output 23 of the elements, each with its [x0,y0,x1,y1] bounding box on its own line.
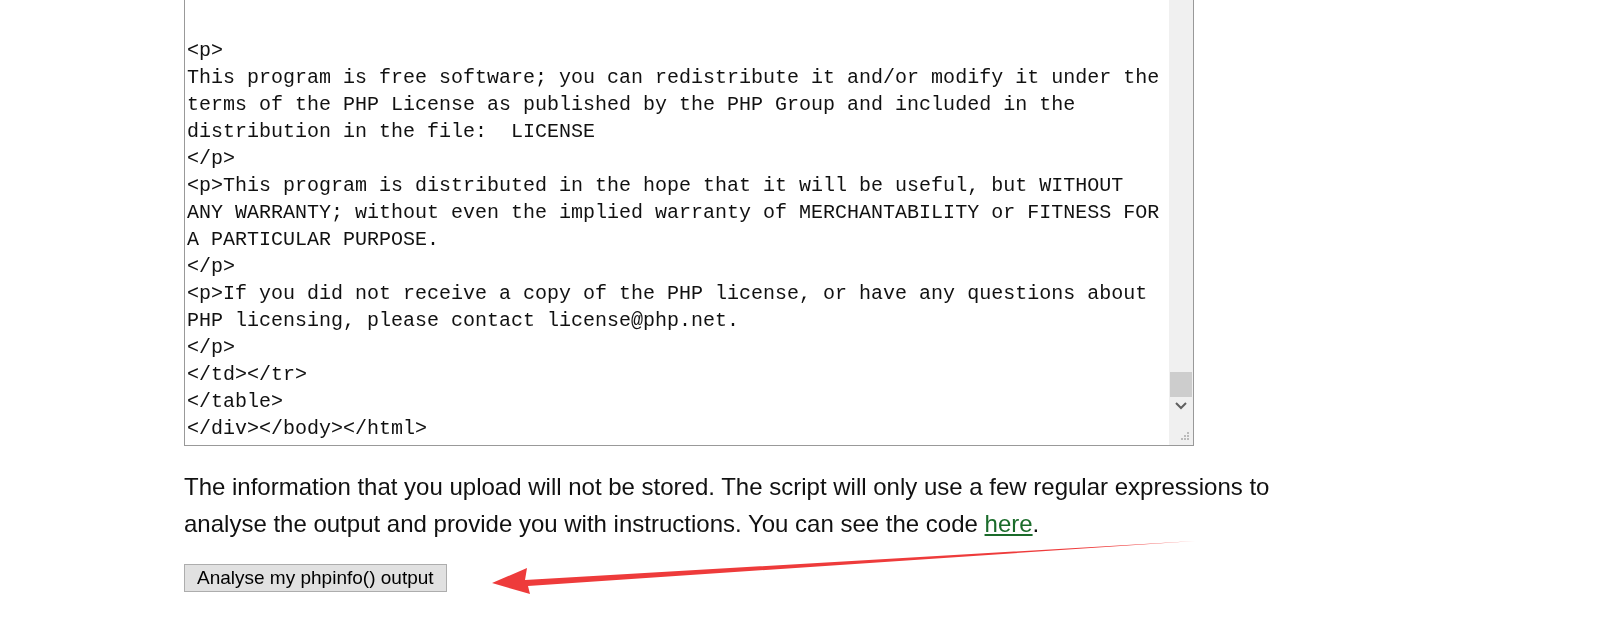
code-line: distribution in the file: LICENSE [187,119,596,145]
code-line: </div></body></html> [187,416,428,442]
code-line: This program is free software; you can redistribute it and/or modify it under the [187,65,1160,91]
code-line: terms of the PHP License as published by the PHP Group and included in the [187,92,1076,118]
code-line: </table> [187,389,283,415]
scroll-down-icon[interactable] [1175,402,1187,410]
scrollbar[interactable] [1169,0,1193,445]
code-line: ANY WARRANTY; without even the implied warranty of MERCHANTABILITY or FITNESS FOR [187,200,1160,226]
code-line: PHP licensing, please contact license@php.net. [187,308,740,334]
resize-grip-icon[interactable] [1180,432,1190,442]
upload-notice: The information that you upload will not be stored. The script will only use a few regular expressions to analyse the output and provide you with instructions. You can see the code here. [184,472,1271,539]
scrollbar-thumb[interactable] [1170,372,1192,397]
code-line: </td></tr> [187,362,308,388]
code-textarea[interactable] [184,0,1194,446]
code-line: </p> [187,335,235,361]
code-line: </p> [187,146,235,172]
code-line: <p>If you did not receive a copy of the PHP license, or have any questions about [187,281,1148,307]
code-line: </p> [187,254,235,280]
here-link[interactable]: here [984,510,1033,537]
code-line: <p> [187,38,223,64]
analyse-button[interactable]: Analyse my phpinfo() output [184,564,447,592]
code-line: A PARTICULAR PURPOSE. [187,227,440,253]
code-line: <p>This program is distributed in the hope that it will be useful, but WITHOUT [187,173,1124,199]
